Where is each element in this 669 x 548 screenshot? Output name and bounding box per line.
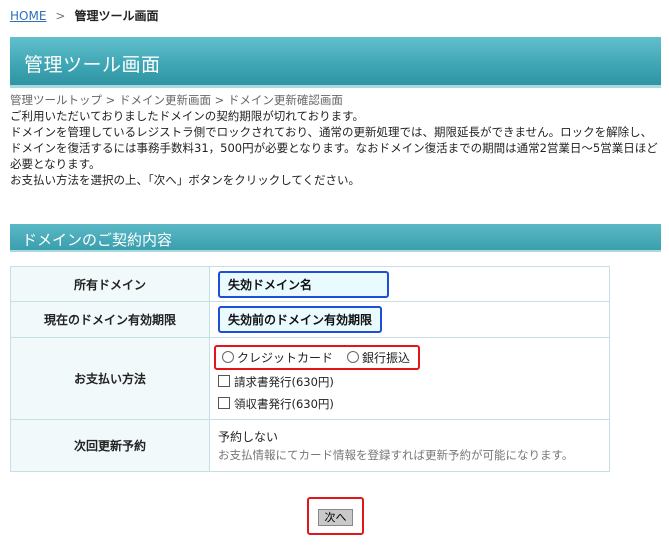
table-row-expiry: 現在のドメイン有効期限 失効前のドメイン有効期限 [10, 301, 610, 338]
bank-transfer-label[interactable]: 銀行振込 [362, 351, 410, 365]
payment-method-group: クレジットカード 銀行振込 [214, 345, 421, 370]
renewal-value: 予約しない [218, 430, 279, 444]
expiry-value: 失効前のドメイン有効期限 [218, 306, 383, 333]
table-row-domain: 所有ドメイン 失効ドメイン名 [10, 266, 610, 302]
breadcrumb: HOME > 管理ツール画面 [10, 7, 158, 24]
domain-label: 所有ドメイン [10, 266, 210, 302]
renewal-label: 次回更新予約 [10, 419, 210, 472]
invoice-label[interactable]: 請求書発行(630円) [234, 375, 334, 389]
intro-text: ご利用いただいておりましたドメインの契約期限が切れております。 ドメインを管理し… [10, 108, 660, 188]
intro-line-3: お支払い方法を選択の上、「次へ」ボタンをクリックしてください。 [10, 173, 361, 187]
payment-info-link[interactable]: お支払情報 [218, 448, 276, 462]
credit-card-label[interactable]: クレジットカード [237, 351, 333, 365]
intro-line-2: ドメインを管理しているレジストラ側でロックされており、通常の更新処理では、期限延… [10, 125, 658, 171]
breadcrumb-current: 管理ツール画面 [74, 9, 159, 23]
page-title: 管理ツール画面 [24, 54, 161, 76]
sub-breadcrumb: 管理ツールトップ > ドメイン更新画面 > ドメイン更新確認画面 [10, 93, 343, 107]
domain-value: 失効ドメイン名 [218, 270, 389, 298]
renewal-note: お支払情報にてカード情報を登録すれば更新予約が可能になります。 [218, 447, 608, 463]
expiry-label: 現在のドメイン有効期限 [10, 301, 210, 338]
renewal-note-text: にてカード情報を登録すれば更新予約が可能になります。 [275, 448, 574, 462]
next-button-highlight: 次へ [307, 497, 364, 535]
breadcrumb-home-link[interactable]: HOME [10, 9, 46, 23]
intro-line-1: ご利用いただいておりましたドメインの契約期限が切れております。 [10, 109, 364, 123]
page-title-bar: 管理ツール画面 [10, 37, 661, 88]
contract-table: 所有ドメイン 失効ドメイン名 現在のドメイン有効期限 失効前のドメイン有効期限 … [10, 266, 610, 472]
receipt-checkbox[interactable] [218, 397, 230, 409]
section-title-bar: ドメインのご契約内容 [10, 224, 661, 252]
breadcrumb-separator: > [55, 9, 66, 23]
next-button[interactable]: 次へ [318, 509, 353, 526]
invoice-checkbox[interactable] [218, 375, 230, 387]
credit-card-radio[interactable] [222, 351, 234, 363]
table-row-payment: お支払い方法 クレジットカード 銀行振込 請求書発行(630円) 領収書発行(63… [10, 337, 610, 420]
receipt-label[interactable]: 領収書発行(630円) [234, 397, 334, 411]
section-title: ドメインのご契約内容 [22, 231, 173, 249]
bank-transfer-radio[interactable] [347, 351, 360, 363]
table-row-renewal: 次回更新予約 予約しない お支払情報にてカード情報を登録すれば更新予約が可能にな… [10, 419, 610, 472]
payment-label: お支払い方法 [10, 337, 210, 420]
